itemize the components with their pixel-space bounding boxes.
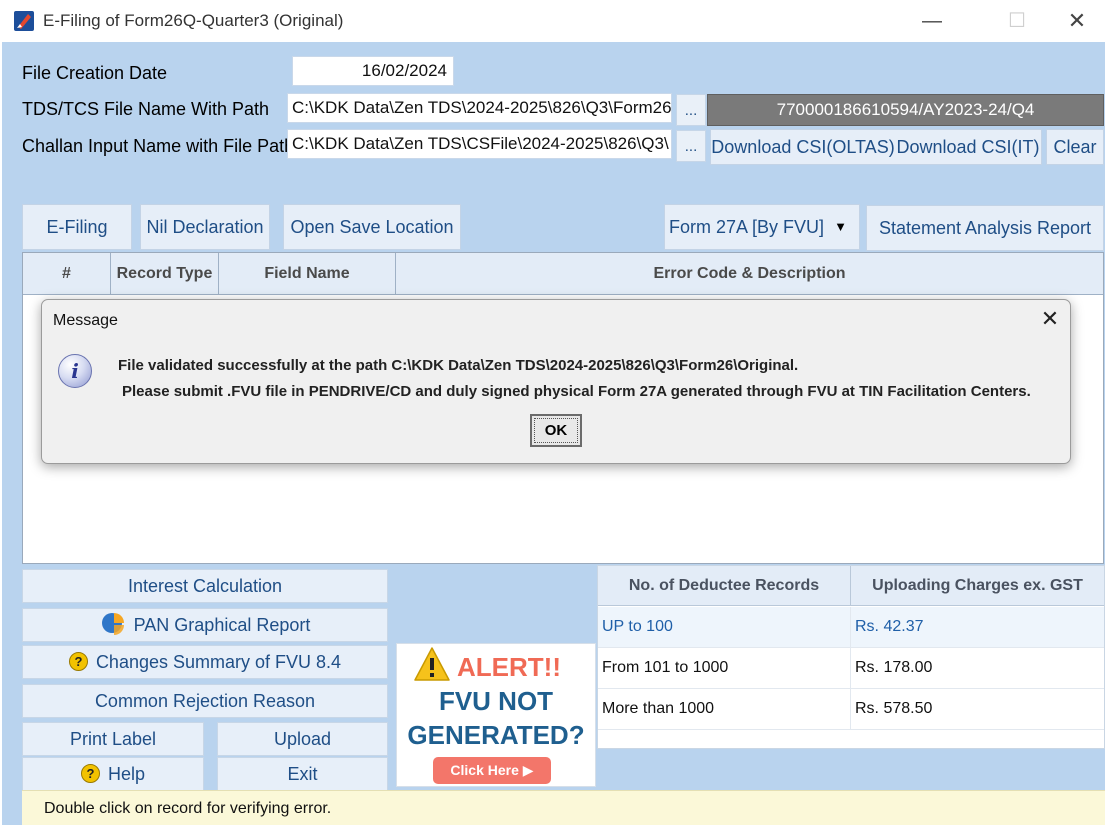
token-number-display: 770000186610594/AY2023-24/Q4 — [707, 94, 1104, 126]
help-button[interactable]: ? Help — [22, 757, 204, 791]
question-icon: ? — [80, 764, 100, 783]
warning-icon — [414, 647, 450, 681]
alert-heading: ALERT!! — [457, 652, 561, 682]
status-bar: Double click on record for verifying err… — [22, 790, 1105, 825]
tds-file-path-field[interactable]: C:\KDK Data\Zen TDS\2024-2025\826\Q3\For… — [287, 93, 672, 123]
records-range-cell: UP to 100 — [598, 607, 851, 647]
column-header-record-type[interactable]: Record Type — [111, 253, 219, 294]
uploading-charges-table: No. of Deductee Records Uploading Charge… — [597, 565, 1105, 749]
alert-text-line-1: FVU NOT — [438, 686, 554, 716]
message-dialog: Message ✕ i File validated successfully … — [41, 299, 1071, 464]
app-logo-icon — [14, 11, 34, 31]
dialog-title: Message — [53, 312, 118, 329]
challan-file-path-field[interactable]: C:\KDK Data\Zen TDS\CSFile\2024-2025\826… — [287, 129, 672, 159]
alert-text-line-2: GENERATED? — [407, 720, 585, 750]
minimize-button[interactable]: — — [910, 6, 954, 36]
table-row[interactable]: From 101 to 1000 Rs. 178.00 — [598, 648, 1104, 689]
interest-calculation-button[interactable]: Interest Calculation — [22, 569, 388, 603]
print-label-button[interactable]: Print Label — [22, 722, 204, 756]
challan-file-path-label: Challan Input Name with File Path — [22, 136, 295, 156]
open-save-location-button[interactable]: Open Save Location — [283, 204, 461, 250]
dialog-message-line-1: File validated successfully at the path … — [118, 357, 799, 374]
dialog-close-icon[interactable]: ✕ — [1038, 304, 1062, 334]
info-icon: i — [58, 354, 92, 388]
tds-browse-button[interactable]: ... — [676, 94, 706, 126]
exit-button[interactable]: Exit — [217, 757, 388, 791]
download-csi-it-button[interactable]: Download CSI(IT) — [895, 129, 1042, 165]
charge-cell: Rs. 42.37 — [855, 618, 924, 635]
grid-header: # Record Type Field Name Error Code & De… — [23, 253, 1103, 295]
charge-cell: Rs. 578.50 — [855, 700, 933, 717]
column-header-field-name[interactable]: Field Name — [219, 253, 396, 294]
table-row[interactable]: UP to 100 Rs. 42.37 — [598, 607, 1104, 648]
efiling-button[interactable]: E-Filing — [22, 204, 132, 250]
pan-graphical-report-label: PAN Graphical Report — [133, 615, 311, 635]
changes-summary-button[interactable]: ? Changes Summary of FVU 8.4 — [22, 645, 388, 679]
pan-graphical-report-button[interactable]: PAN Graphical Report — [22, 608, 388, 642]
ok-button[interactable]: OK — [530, 414, 582, 447]
column-header-deductee-records: No. of Deductee Records — [598, 566, 851, 606]
dialog-message-line-2: Please submit .FVU file in PENDRIVE/CD a… — [122, 383, 1031, 400]
form27a-selected-value: Form 27A [By FVU] — [669, 217, 825, 237]
charge-cell: Rs. 178.00 — [855, 659, 933, 676]
title-bar: E-Filing of Form26Q-Quarter3 (Original) … — [0, 0, 1107, 42]
records-range-cell: More than 1000 — [598, 689, 851, 729]
column-header-error-code[interactable]: Error Code & Description — [396, 253, 1103, 294]
changes-summary-label: Changes Summary of FVU 8.4 — [95, 652, 342, 672]
records-range-cell: From 101 to 1000 — [598, 648, 851, 688]
pie-chart-icon — [101, 613, 124, 635]
tds-file-path-label: TDS/TCS File Name With Path — [22, 99, 270, 119]
form27a-dropdown[interactable]: Form 27A [By FVU] ▼ — [664, 204, 860, 250]
table-row[interactable]: More than 1000 Rs. 578.50 — [598, 689, 1104, 730]
help-label: Help — [107, 764, 146, 784]
nil-declaration-button[interactable]: Nil Declaration — [140, 204, 270, 250]
file-creation-date-field[interactable]: 16/02/2024 — [292, 56, 454, 86]
clear-button[interactable]: Clear — [1046, 129, 1104, 165]
click-here-button[interactable]: Click Here ▶ — [433, 757, 551, 784]
chevron-down-icon: ▼ — [834, 219, 847, 234]
download-csi-oltas-button[interactable]: Download CSI(OLTAS) — [710, 129, 895, 165]
upload-button[interactable]: Upload — [217, 722, 388, 756]
maximize-button[interactable]: ☐ — [995, 6, 1039, 36]
window-title: E-Filing of Form26Q-Quarter3 (Original) — [43, 11, 344, 30]
common-rejection-reason-button[interactable]: Common Rejection Reason — [22, 684, 388, 718]
file-creation-date-label: File Creation Date — [22, 63, 168, 83]
fvu-alert-banner[interactable]: ALERT!! FVU NOT GENERATED? Click Here ▶ — [396, 643, 596, 787]
close-window-button[interactable]: ✕ — [1055, 6, 1099, 36]
column-header-uploading-charges: Uploading Charges ex. GST — [851, 566, 1104, 606]
question-icon: ? — [68, 652, 88, 671]
challan-browse-button[interactable]: ... — [676, 130, 706, 162]
statement-analysis-report-button[interactable]: Statement Analysis Report — [866, 205, 1104, 251]
column-header-number[interactable]: # — [23, 253, 111, 294]
